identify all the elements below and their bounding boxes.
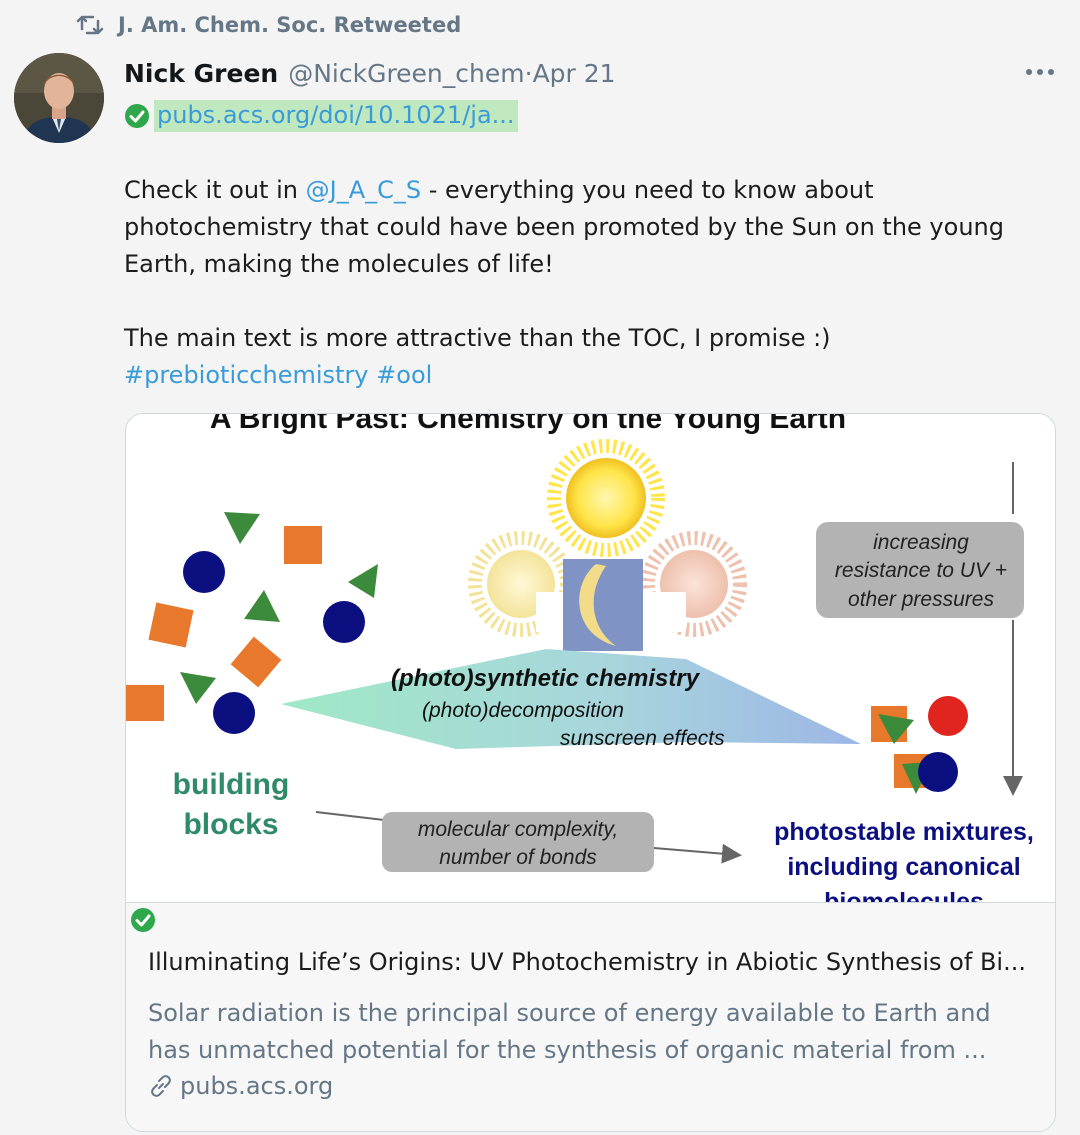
card-description: Solar radiation is the principal source …: [148, 999, 991, 1064]
mention-jacs[interactable]: @J_A_C_S: [306, 176, 422, 204]
hashtag-ool[interactable]: #ool: [376, 361, 432, 389]
card-title[interactable]: Illuminating Life’s Origins: UV Photoche…: [148, 948, 1038, 976]
toc-graphic: A Bright Past: Chemistry on the Young Ea…: [126, 414, 1034, 902]
card-meta: Illuminating Life’s Origins: UV Photoche…: [126, 903, 1055, 1131]
avatar[interactable]: [14, 53, 104, 143]
label-photodecomposition: (photo)decomposition: [422, 699, 624, 722]
author-name[interactable]: Nick Green: [124, 59, 278, 88]
link-icon: [151, 1075, 171, 1097]
tweet-link-row: pubs.acs.org/doi/10.1021/ja...: [124, 98, 518, 134]
label-blocks: blocks: [183, 808, 278, 841]
tweet-header: Nick Green @NickGreen_chem · Apr 21: [124, 56, 616, 90]
tweet-text-prefix: Check it out in: [124, 176, 306, 204]
retweet-indicator[interactable]: J. Am. Chem. Soc. Retweeted: [76, 8, 461, 42]
label-canonical: including canonical: [787, 853, 1020, 881]
moon-panel: [563, 559, 643, 651]
more-dots-icon: [1026, 69, 1054, 75]
tweet-paragraph-1: Check it out in @J_A_C_S - everything yo…: [124, 172, 1044, 283]
hashtag-prebioticchemistry[interactable]: #prebioticchemistry: [124, 361, 369, 389]
label-resistance: resistance to UV +: [835, 559, 1007, 582]
verified-check-icon: [131, 908, 155, 932]
author-handle[interactable]: @NickGreen_chem: [288, 59, 524, 88]
card-domain-text: pubs.acs.org: [180, 1072, 334, 1100]
retweet-icon: [76, 15, 104, 35]
label-number-of-bonds: number of bonds: [439, 846, 597, 869]
tweet-hashtags: #prebioticchemistry #ool: [124, 357, 1044, 394]
sun-center: [547, 439, 665, 557]
label-molecular-complexity: molecular complexity,: [418, 818, 618, 841]
toc-title: A Bright Past: Chemistry on the Young Ea…: [210, 414, 846, 435]
tweet-paragraph-2: The main text is more attractive than th…: [124, 324, 831, 352]
label-building: building: [173, 768, 290, 801]
label-sunscreen: sunscreen effects: [560, 727, 725, 750]
doi-link[interactable]: pubs.acs.org/doi/10.1021/ja...: [154, 100, 518, 132]
tweet-body: Check it out in @J_A_C_S - everything yo…: [124, 172, 1044, 394]
meta-separator: ·: [524, 58, 533, 88]
label-photostable: photostable mixtures,: [774, 818, 1034, 846]
label-increasing: increasing: [873, 531, 969, 554]
retweet-label: J. Am. Chem. Soc. Retweeted: [118, 13, 462, 37]
label-pressures: other pressures: [848, 588, 994, 611]
tweet-date[interactable]: Apr 21: [533, 59, 616, 88]
link-card[interactable]: A Bright Past: Chemistry on the Young Ea…: [125, 413, 1056, 1132]
photostable-shapes: [871, 696, 968, 794]
avatar-photo: [14, 53, 104, 143]
more-options-button[interactable]: [1020, 58, 1060, 86]
verified-check-icon: [125, 104, 149, 128]
label-biomolecules: biomolecules: [824, 888, 984, 902]
label-synthetic-chemistry: (photo)synthetic chemistry: [391, 665, 701, 692]
card-domain[interactable]: pubs.acs.org: [148, 1069, 333, 1103]
